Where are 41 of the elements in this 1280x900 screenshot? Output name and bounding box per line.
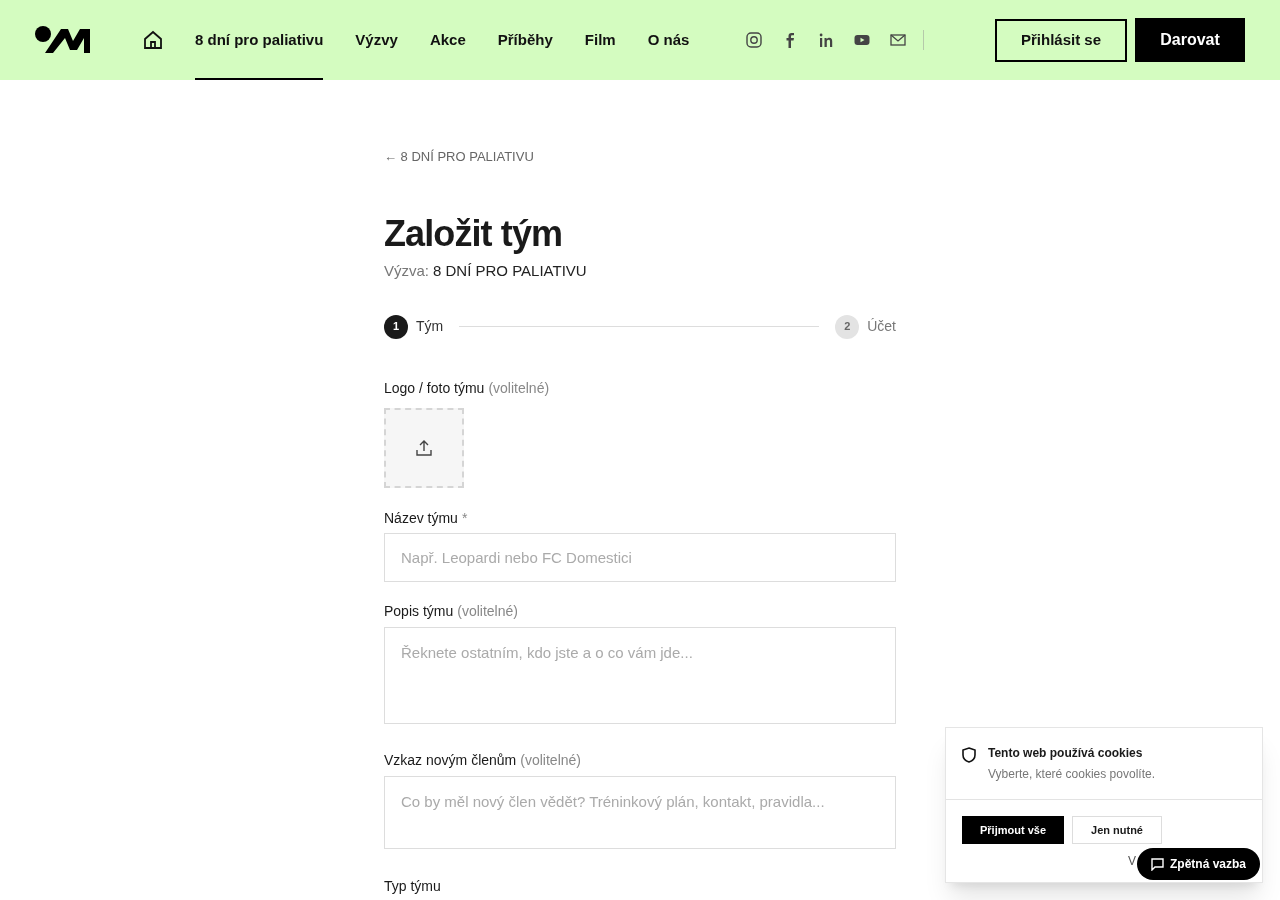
step-label: Tým: [416, 317, 444, 336]
step-label: Účet: [867, 317, 896, 336]
nav-link[interactable]: Akce: [429, 0, 466, 80]
step-number: 1: [384, 314, 408, 339]
envelope-icon[interactable]: [889, 31, 908, 49]
accept-all-button[interactable]: Přijmout vše: [962, 816, 1064, 844]
nav-link[interactable]: O nás: [647, 0, 690, 80]
home-icon[interactable]: [143, 30, 163, 50]
input-field[interactable]: Např. Leopardi nebo FC Domestici: [384, 532, 896, 582]
step-number: 2: [835, 314, 860, 339]
required-mark: *: [461, 509, 468, 528]
cookie-title: Tento web používá cookies: [988, 745, 1144, 762]
text-area[interactable]: Řeknete ostatním, kdo jste a o co vám jde...: [384, 626, 896, 724]
nav-link[interactable]: Výzvy: [355, 0, 398, 80]
page-title: Založit tým: [384, 212, 564, 256]
cookie-settings-link[interactable]: V: [1128, 852, 1136, 870]
field-label: Typ týmu: [384, 877, 441, 896]
field-label: Název týmu: [384, 509, 458, 528]
text-area[interactable]: Co by měl nový člen vědět? Tréninkový plán, kontakt, pravidla...: [384, 775, 896, 849]
challenge-name: 8 DNÍ PRO PALIATIVU: [433, 261, 587, 281]
instagram-icon[interactable]: [745, 31, 764, 49]
nav-link[interactable]: Příběhy: [497, 0, 553, 80]
necessary-only-button[interactable]: Jen nutné: [1072, 816, 1162, 844]
chat-icon: [1151, 857, 1164, 871]
optional-hint: (volitelné): [488, 379, 550, 398]
shield-icon: [962, 747, 976, 763]
nav-link[interactable]: 8 dní pro paliativu: [195, 0, 324, 80]
field-label: Logo / foto týmu: [384, 379, 485, 398]
login-button[interactable]: Přihlásit se: [994, 18, 1127, 62]
nav-link[interactable]: Film: [584, 0, 616, 80]
cookie-text: Vyberte, které cookies povolíte.: [988, 766, 1155, 783]
donate-button[interactable]: Darovat: [1135, 18, 1245, 62]
challenge-label: Výzva:: [384, 261, 429, 281]
upload-icon: [415, 438, 433, 457]
logo[interactable]: [35, 26, 91, 54]
optional-hint: (volitelné): [457, 602, 518, 621]
field-label: Popis týmu: [384, 602, 454, 621]
field-label: Vzkaz novým členům: [384, 751, 517, 770]
feedback-button[interactable]: Zpětná vazba: [1137, 848, 1260, 880]
back-link[interactable]: ← 8 DNÍ PRO PALIATIVU: [384, 147, 896, 167]
optional-hint: (volitelné): [520, 751, 581, 770]
